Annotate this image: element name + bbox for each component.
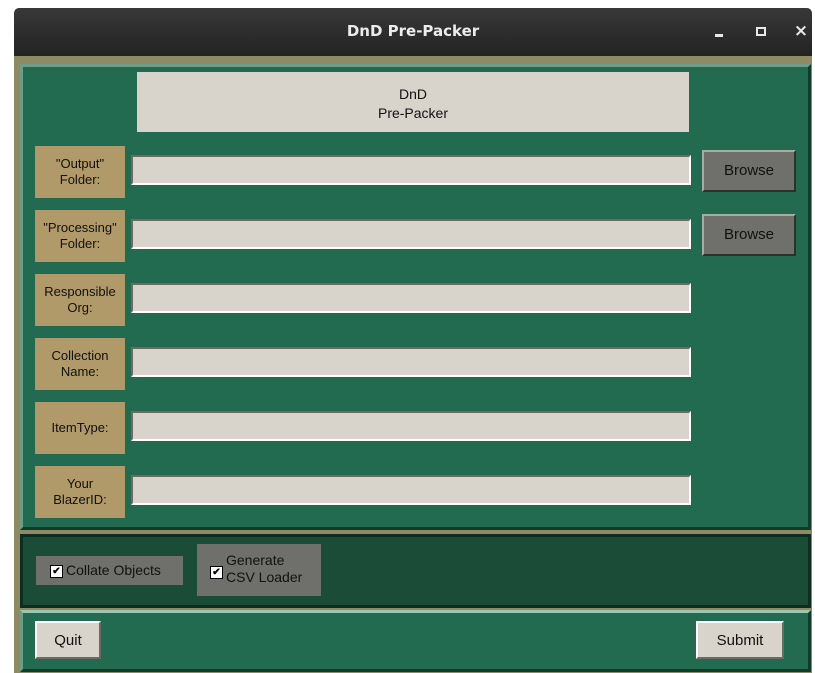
- actions-panel: [20, 610, 811, 672]
- item-type-label: ItemType:: [35, 402, 125, 454]
- title-bar: DnD Pre-Packer ×: [14, 8, 812, 56]
- maximize-button[interactable]: [748, 18, 774, 44]
- label-line-2: Folder:: [59, 172, 101, 187]
- label-line-2: Folder:: [59, 236, 101, 251]
- label-line-2: CSV Loader: [226, 569, 303, 585]
- quit-button[interactable]: Quit: [35, 621, 101, 659]
- maximize-icon: [756, 27, 766, 36]
- collection-name-input[interactable]: [131, 347, 691, 377]
- blazer-id-label: Your BlazerID:: [35, 466, 125, 518]
- responsible-org-label: Responsible Org:: [35, 274, 125, 326]
- label-line-1: ItemType:: [51, 420, 109, 435]
- label-line-1: Your: [66, 476, 94, 491]
- collate-objects-label: Collate Objects: [66, 562, 161, 578]
- item-type-input[interactable]: [131, 411, 691, 441]
- app-header: DnD Pre-Packer: [137, 72, 689, 132]
- label-line-2: Name:: [60, 364, 100, 379]
- output-folder-input[interactable]: [131, 155, 691, 185]
- label-line-2: Org:: [67, 300, 93, 315]
- blazer-id-input[interactable]: [131, 475, 691, 505]
- processing-folder-input[interactable]: [131, 219, 691, 249]
- collection-name-label: Collection Name:: [35, 338, 125, 390]
- checkbox-checked-icon[interactable]: ✔: [50, 565, 63, 578]
- processing-folder-browse-button[interactable]: Browse: [702, 214, 796, 256]
- responsible-org-input[interactable]: [131, 283, 691, 313]
- label-line-1: Responsible: [44, 284, 116, 299]
- label-line-1: "Output": [55, 156, 105, 171]
- label-line-1: "Processing": [43, 220, 117, 235]
- checkbox-checked-icon[interactable]: ✔: [210, 566, 223, 579]
- generate-csv-loader-checkbox[interactable]: ✔ Generate CSV Loader: [197, 544, 321, 596]
- minimize-button[interactable]: [706, 18, 732, 44]
- label-line-2: BlazerID:: [53, 492, 107, 507]
- close-button[interactable]: ×: [788, 18, 814, 44]
- collate-objects-checkbox[interactable]: ✔ Collate Objects: [36, 556, 183, 585]
- processing-folder-label: "Processing" Folder:: [35, 210, 125, 262]
- minimize-icon: [715, 34, 723, 37]
- close-icon: ×: [793, 21, 809, 41]
- window-title: DnD Pre-Packer: [346, 22, 480, 40]
- label-line-1: Collection: [51, 348, 109, 363]
- output-folder-label: "Output" Folder:: [35, 146, 125, 198]
- header-line-2: Pre-Packer: [377, 105, 449, 121]
- header-line-1: DnD: [398, 86, 427, 102]
- output-folder-browse-button[interactable]: Browse: [702, 150, 796, 192]
- label-line-1: Generate: [226, 552, 285, 568]
- submit-button[interactable]: Submit: [696, 621, 784, 659]
- generate-csv-loader-label: Generate CSV Loader: [226, 552, 302, 586]
